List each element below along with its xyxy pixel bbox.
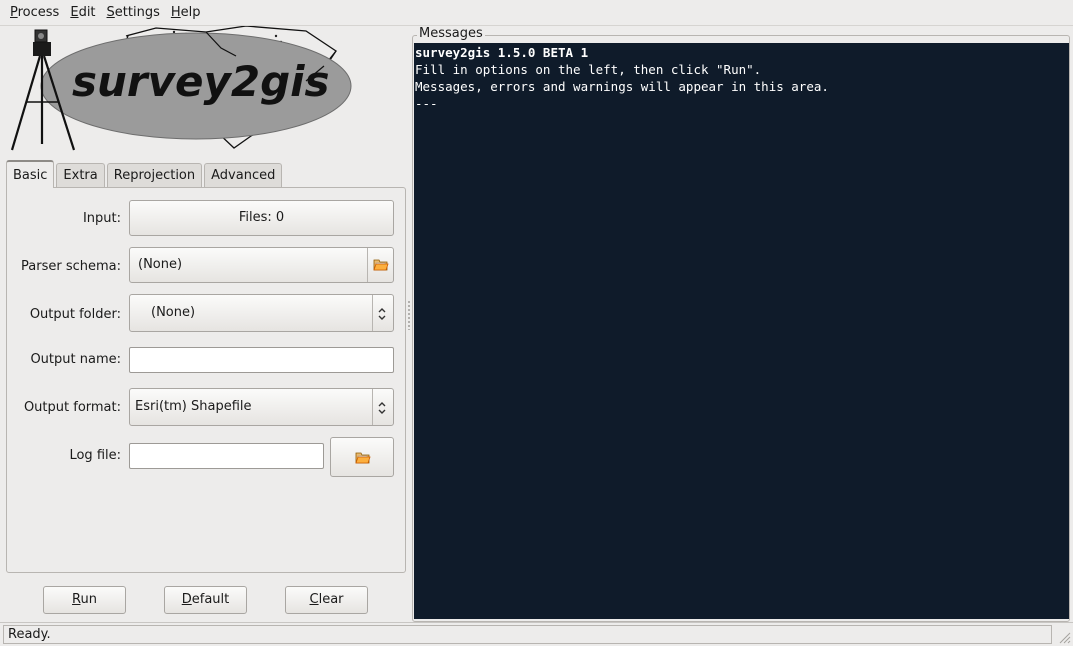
tab-reprojection[interactable]: Reprojection <box>106 163 203 188</box>
default-button[interactable]: Default <box>164 586 247 614</box>
up-down-arrows-icon <box>378 308 386 320</box>
menu-settings[interactable]: Settings <box>103 0 164 26</box>
pane-splitter-handle[interactable] <box>407 300 411 330</box>
folder-open-icon <box>373 259 389 271</box>
folder-open-icon <box>355 452 371 464</box>
status-text: Ready. <box>3 625 1052 644</box>
status-bar: Ready. <box>0 622 1073 646</box>
tab-extra[interactable]: Extra <box>56 163 105 188</box>
output-folder-label: Output folder: <box>29 307 121 322</box>
output-format-select[interactable]: Esri(tm) Shapefile <box>129 388 394 426</box>
log-file-label: Log file: <box>69 448 121 463</box>
logo-text: survey2gis <box>72 57 330 106</box>
log-file-browse-button[interactable] <box>330 437 394 477</box>
menu-edit[interactable]: Edit <box>66 0 99 26</box>
log-file-input[interactable] <box>129 443 324 469</box>
output-name-input[interactable] <box>129 347 394 373</box>
basic-panel: Input: Files: 0 Parser schema: (None) Ou… <box>6 187 406 573</box>
tab-basic[interactable]: Basic <box>6 160 55 188</box>
output-folder-separator <box>372 295 373 331</box>
tab-advanced[interactable]: Advanced <box>204 163 283 188</box>
output-name-row: Output name: <box>7 346 405 374</box>
parser-schema-separator <box>367 248 368 282</box>
resize-grip-icon[interactable] <box>1057 630 1071 644</box>
survey2gis-logo: survey2gis <box>10 26 352 151</box>
output-folder-value: (None) <box>151 305 196 320</box>
input-files-text: Files: 0 <box>238 210 285 225</box>
input-files-button[interactable]: Files: 0 <box>129 200 394 236</box>
message-line: Messages, errors and warnings will appea… <box>415 79 829 94</box>
parser-schema-row: Parser schema: (None) <box>7 246 405 284</box>
message-line: survey2gis 1.5.0 BETA 1 <box>415 45 589 60</box>
up-down-arrows-icon <box>378 402 386 414</box>
parser-schema-value: (None) <box>138 257 183 272</box>
output-format-row: Output format: Esri(tm) Shapefile <box>7 387 405 427</box>
run-button[interactable]: Run <box>43 586 126 614</box>
parser-schema-label: Parser schema: <box>21 259 121 274</box>
clear-button[interactable]: Clear <box>285 586 368 614</box>
output-format-label: Output format: <box>23 400 121 415</box>
input-label: Input: <box>82 211 121 226</box>
output-folder-row: Output folder: (None) <box>7 293 405 333</box>
output-format-separator <box>372 389 373 425</box>
output-name-label: Output name: <box>30 352 121 367</box>
menu-process[interactable]: Process <box>6 0 63 26</box>
message-line: --- <box>415 96 438 111</box>
output-folder-select[interactable]: (None) <box>129 294 394 332</box>
input-row: Input: Files: 0 <box>7 199 405 237</box>
log-file-row: Log file: <box>7 436 405 478</box>
tab-bar: Basic Extra Reprojection Advanced <box>6 160 284 188</box>
output-format-value: Esri(tm) Shapefile <box>135 399 252 414</box>
message-line: Fill in options on the left, then click … <box>415 62 762 77</box>
parser-schema-chooser[interactable]: (None) <box>129 247 394 283</box>
menu-help[interactable]: Help <box>167 0 205 26</box>
messages-area[interactable]: survey2gis 1.5.0 BETA 1 Fill in options … <box>414 43 1069 619</box>
menu-bar: Process Edit Settings Help <box>0 0 1073 26</box>
messages-title: Messages <box>417 26 485 41</box>
